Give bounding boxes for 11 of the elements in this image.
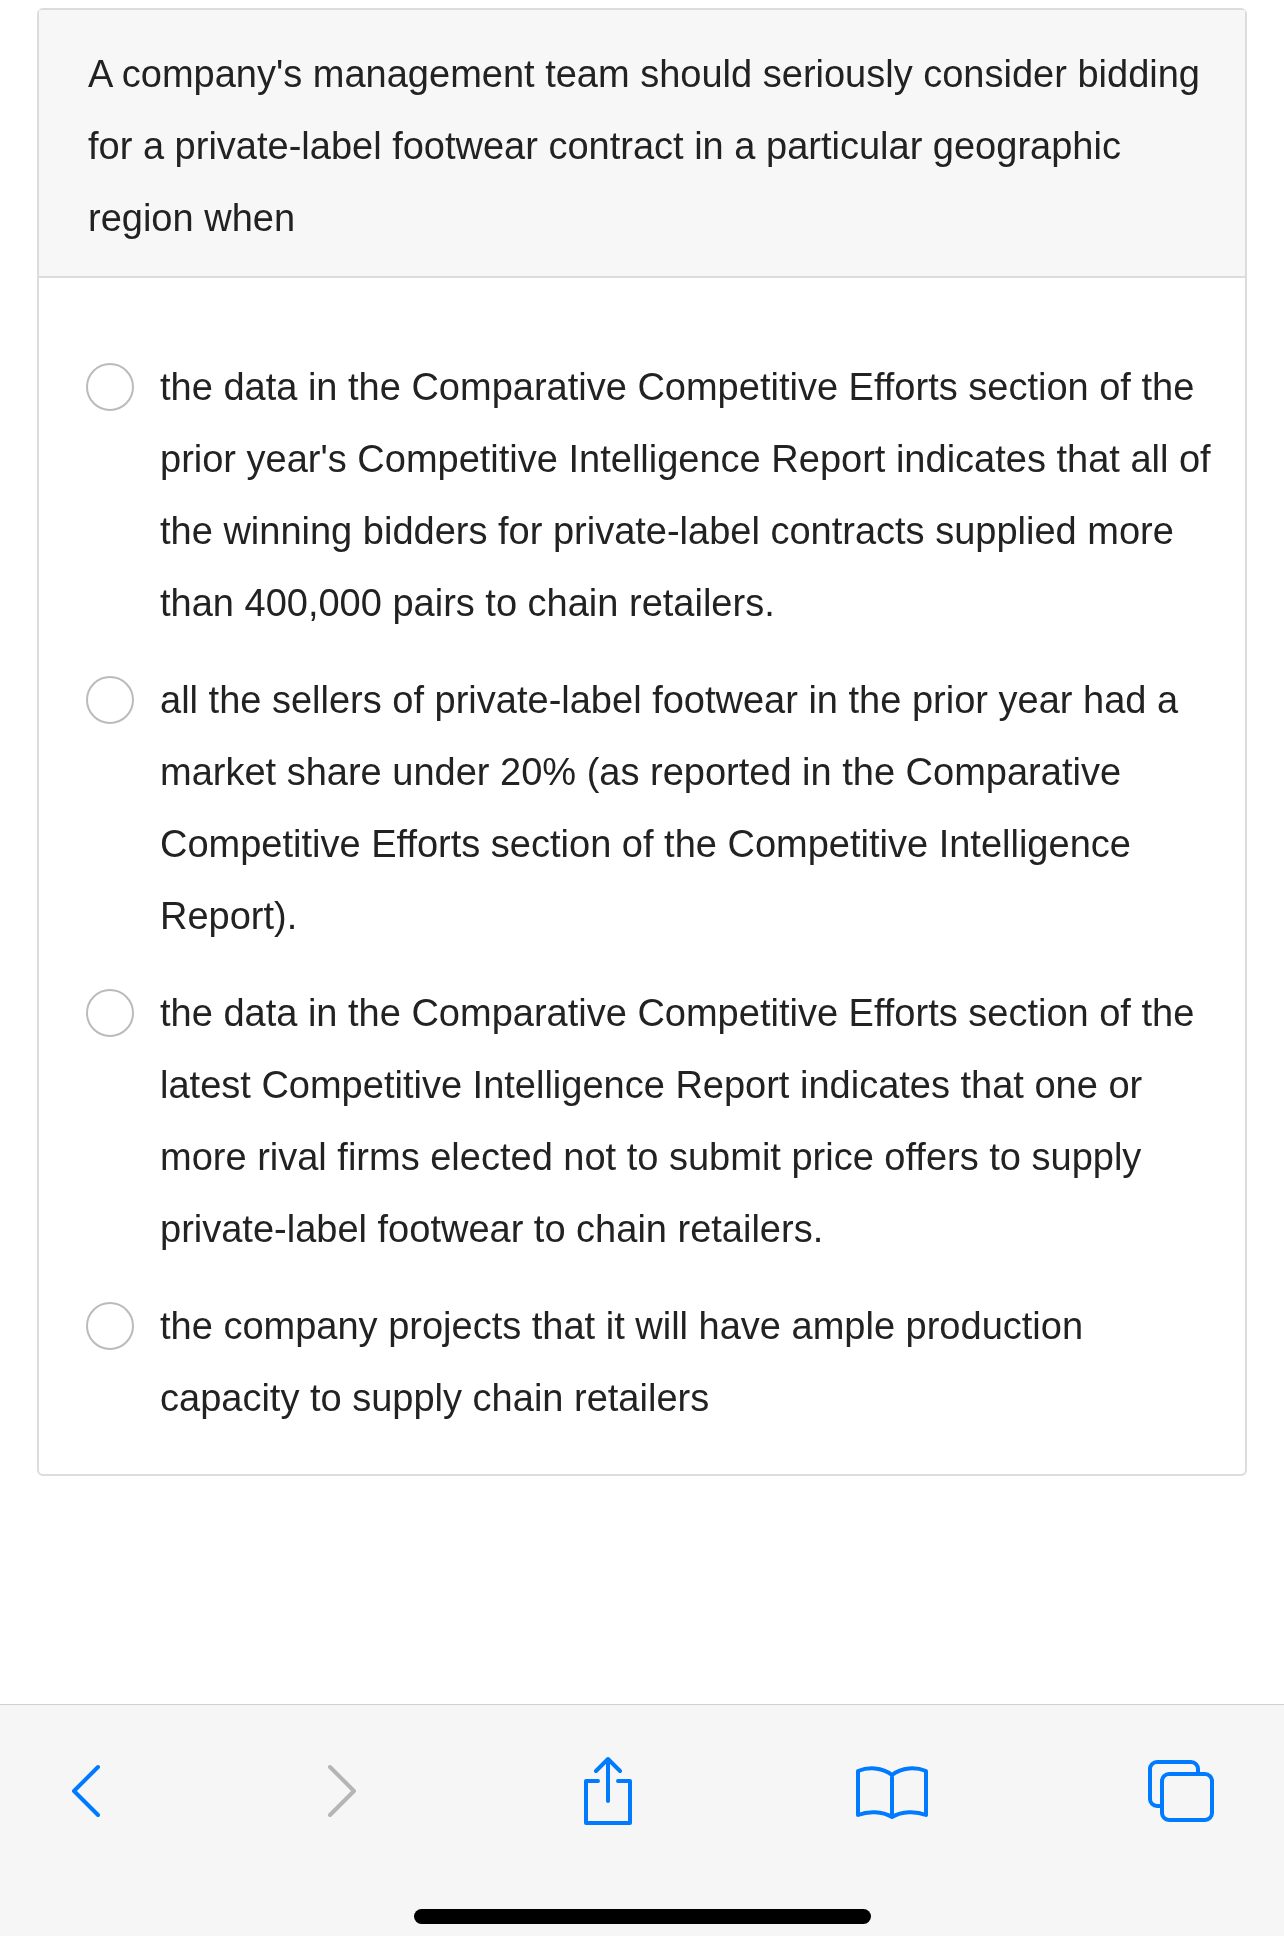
radio-button[interactable] bbox=[86, 989, 134, 1037]
option-text: the data in the Comparative Competitive Efforts section of the latest Competitive Intelligence Report indicates that one or more rival firms elected not to submit price offers to supply private-label footwear to chain retailers. bbox=[160, 991, 1196, 1252]
radio-button[interactable] bbox=[86, 363, 134, 411]
option-text: all the sellers of private-label footwear in the prior year had a market share under 20% (as reported in the Comparative Competitive Efforts section of the Competitive Intelligence Report). bbox=[160, 678, 1180, 939]
option-text: the data in the Comparative Competitive Efforts section of the prior year's Competitive Intelligence Report indicates that all of the winning bidders for private-label contracts supplied more than 400,000 pairs to chain retailers. bbox=[160, 365, 1212, 626]
tabs-icon bbox=[1146, 1758, 1216, 1825]
radio-button[interactable] bbox=[86, 676, 134, 724]
radio-button[interactable] bbox=[86, 1302, 134, 1350]
tabs-button[interactable] bbox=[1146, 1758, 1216, 1825]
option-text: the company projects that it will have ample production capacity to supply chain retailers bbox=[160, 1304, 1085, 1421]
question-text: A company's management team should seriously consider bidding for a private-label footwear contract in a particular geographic region when bbox=[88, 52, 1201, 241]
